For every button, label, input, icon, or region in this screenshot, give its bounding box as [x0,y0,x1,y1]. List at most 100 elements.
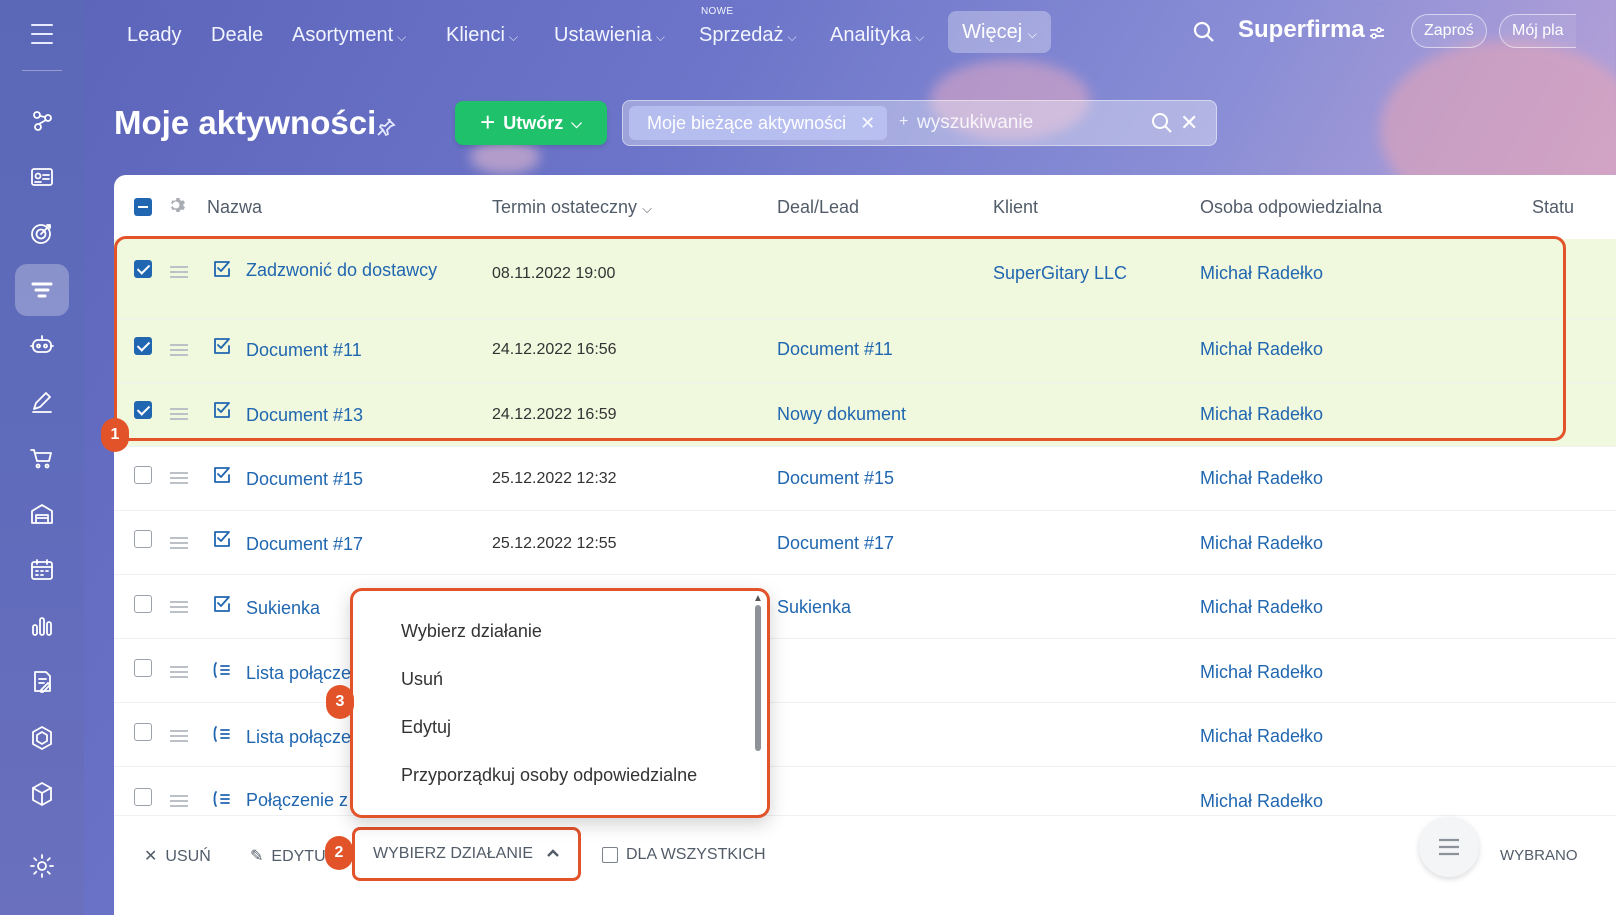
activity-name-link[interactable]: Zadzwonić do dostawcy [246,259,476,281]
deal-link[interactable]: Sukienka [777,597,851,618]
drag-handle-icon[interactable] [170,408,188,420]
column-header-deal[interactable]: Deal/Lead [777,197,859,218]
dropdown-scrollbar[interactable] [755,605,761,751]
nav-item-ustawienia[interactable]: Ustawienia ⌵ [554,18,665,52]
action-select[interactable]: WYBIERZ DZIAŁANIE [352,827,581,881]
activity-name-link[interactable]: Document #15 [246,468,476,490]
filter-tag[interactable]: Moje bieżące aktywności ✕ [629,106,888,140]
deal-link[interactable]: Document #17 [777,533,894,554]
list-menu-icon[interactable] [1419,817,1479,877]
invite-button[interactable]: Zaproś [1411,14,1487,48]
table-row[interactable]: Document #13 24.12.2022 16:59 Nowy dokum… [114,383,1616,447]
row-checkbox[interactable] [134,723,152,741]
pen-icon[interactable] [15,376,69,428]
drag-handle-icon[interactable] [170,601,188,613]
nav-item-asortyment[interactable]: Asortyment ⌵ [292,18,406,52]
nav-item-sprzedaz[interactable]: Sprzedaż ⌵ [699,18,797,52]
search-icon[interactable] [1151,112,1173,134]
dropdown-option-delete[interactable]: Usuń [401,669,443,690]
drag-handle-icon[interactable] [170,344,188,356]
column-header-name[interactable]: Nazwa [207,197,262,218]
dropdown-option-choose-action[interactable]: Wybierz działanie [401,621,542,642]
nav-item-deale[interactable]: Deale [211,18,263,52]
client-link[interactable]: SuperGitary LLC [993,263,1127,284]
for-all-label[interactable]: DLA WSZYSTKICH [626,846,766,864]
nav-item-klienci[interactable]: Klienci ⌵ [446,18,518,52]
drag-handle-icon[interactable] [170,472,188,484]
scroll-up-icon[interactable]: ▲ [753,593,763,604]
drag-handle-icon[interactable] [170,666,188,678]
row-checkbox[interactable] [134,659,152,677]
menu-icon[interactable] [22,22,62,46]
column-header-deadline[interactable]: Termin ostateczny ⌵ [492,197,652,218]
for-all-checkbox[interactable] [602,847,618,863]
nav-item-leady[interactable]: Leady [127,18,182,52]
gear-icon[interactable] [15,840,69,892]
my-plan-button[interactable]: Mój pla [1499,14,1576,48]
row-checkbox[interactable] [134,530,152,548]
calendar-icon[interactable] [15,544,69,596]
delete-button[interactable]: ✕ USUŃ [144,846,211,866]
deal-link[interactable]: Document #15 [777,468,894,489]
drag-handle-icon[interactable] [170,795,188,807]
pin-icon[interactable] [376,117,396,137]
cube-icon[interactable] [15,768,69,820]
contacts-icon[interactable] [15,95,69,147]
select-all-checkbox[interactable] [134,198,152,216]
deal-link[interactable]: Nowy dokument [777,404,906,425]
responsible-link[interactable]: Michał Radełko [1200,263,1323,284]
table-row[interactable]: Zadzwonić do dostawcy 08.11.2022 19:00 S… [114,239,1616,319]
filter-search-bar[interactable]: Moje bieżące aktywności✕ + ✕ [622,100,1217,146]
responsible-link[interactable]: Michał Radełko [1200,339,1323,360]
column-header-client[interactable]: Klient [993,197,1038,218]
search-input[interactable] [917,112,1157,134]
responsible-link[interactable]: Michał Radełko [1200,597,1323,618]
dropdown-option-edit[interactable]: Edytuj [401,717,451,738]
deal-link[interactable]: Document #11 [777,339,893,360]
table-row[interactable]: Document #17 25.12.2022 12:55 Document #… [114,511,1616,575]
close-icon[interactable]: ✕ [860,113,875,133]
nav-more-button[interactable]: Więcej ⌵ [948,11,1051,53]
gear-icon[interactable] [168,195,190,217]
responsible-link[interactable]: Michał Radełko [1200,533,1323,554]
chart-icon[interactable] [15,600,69,652]
document-icon[interactable] [15,656,69,708]
row-checkbox[interactable] [134,595,152,613]
activity-name-link[interactable]: Document #11 [246,339,476,361]
table-row[interactable]: Sukienka Sukienka Michał Radełko [114,575,1616,639]
hexagon-icon[interactable] [15,712,69,764]
responsible-link[interactable]: Michał Radełko [1200,791,1323,812]
responsible-link[interactable]: Michał Radełko [1200,468,1323,489]
drag-handle-icon[interactable] [170,266,188,278]
table-row[interactable]: Document #15 25.12.2022 12:32 Document #… [114,447,1616,511]
search-icon[interactable] [1192,20,1218,46]
create-button[interactable]: + Utwórz ⌵ [455,101,607,145]
drag-handle-icon[interactable] [170,730,188,742]
id-card-icon[interactable] [15,151,69,203]
dropdown-option-assign-responsible[interactable]: Przyporządkuj osoby odpowiedzialne [401,765,697,786]
column-header-status[interactable]: Statu [1532,197,1574,218]
row-checkbox[interactable] [134,337,152,355]
responsible-link[interactable]: Michał Radełko [1200,662,1323,683]
responsible-link[interactable]: Michał Radełko [1200,726,1323,747]
row-checkbox[interactable] [134,788,152,806]
activity-name-link[interactable]: Document #17 [246,533,476,555]
settings-sliders-icon[interactable] [1368,24,1386,42]
drag-handle-icon[interactable] [170,537,188,549]
table-row[interactable]: Document #11 24.12.2022 16:56 Document #… [114,319,1616,383]
close-icon[interactable]: ✕ [1180,110,1198,136]
column-header-responsible[interactable]: Osoba odpowiedzialna [1200,197,1382,218]
warehouse-icon[interactable] [15,488,69,540]
target-icon[interactable] [15,207,69,259]
robot-icon[interactable] [15,319,69,371]
nav-item-analityka[interactable]: Analityka ⌵ [830,18,924,52]
row-checkbox[interactable] [134,401,152,419]
row-checkbox[interactable] [134,260,152,278]
company-name[interactable]: Superfirma [1238,16,1365,44]
row-checkbox[interactable] [134,466,152,484]
edit-button[interactable]: ✎ EDYTU [250,846,326,866]
activity-name-link[interactable]: Document #13 [246,404,476,426]
responsible-link[interactable]: Michał Radełko [1200,404,1323,425]
funnel-icon[interactable] [15,264,69,316]
cart-icon[interactable] [15,432,69,484]
